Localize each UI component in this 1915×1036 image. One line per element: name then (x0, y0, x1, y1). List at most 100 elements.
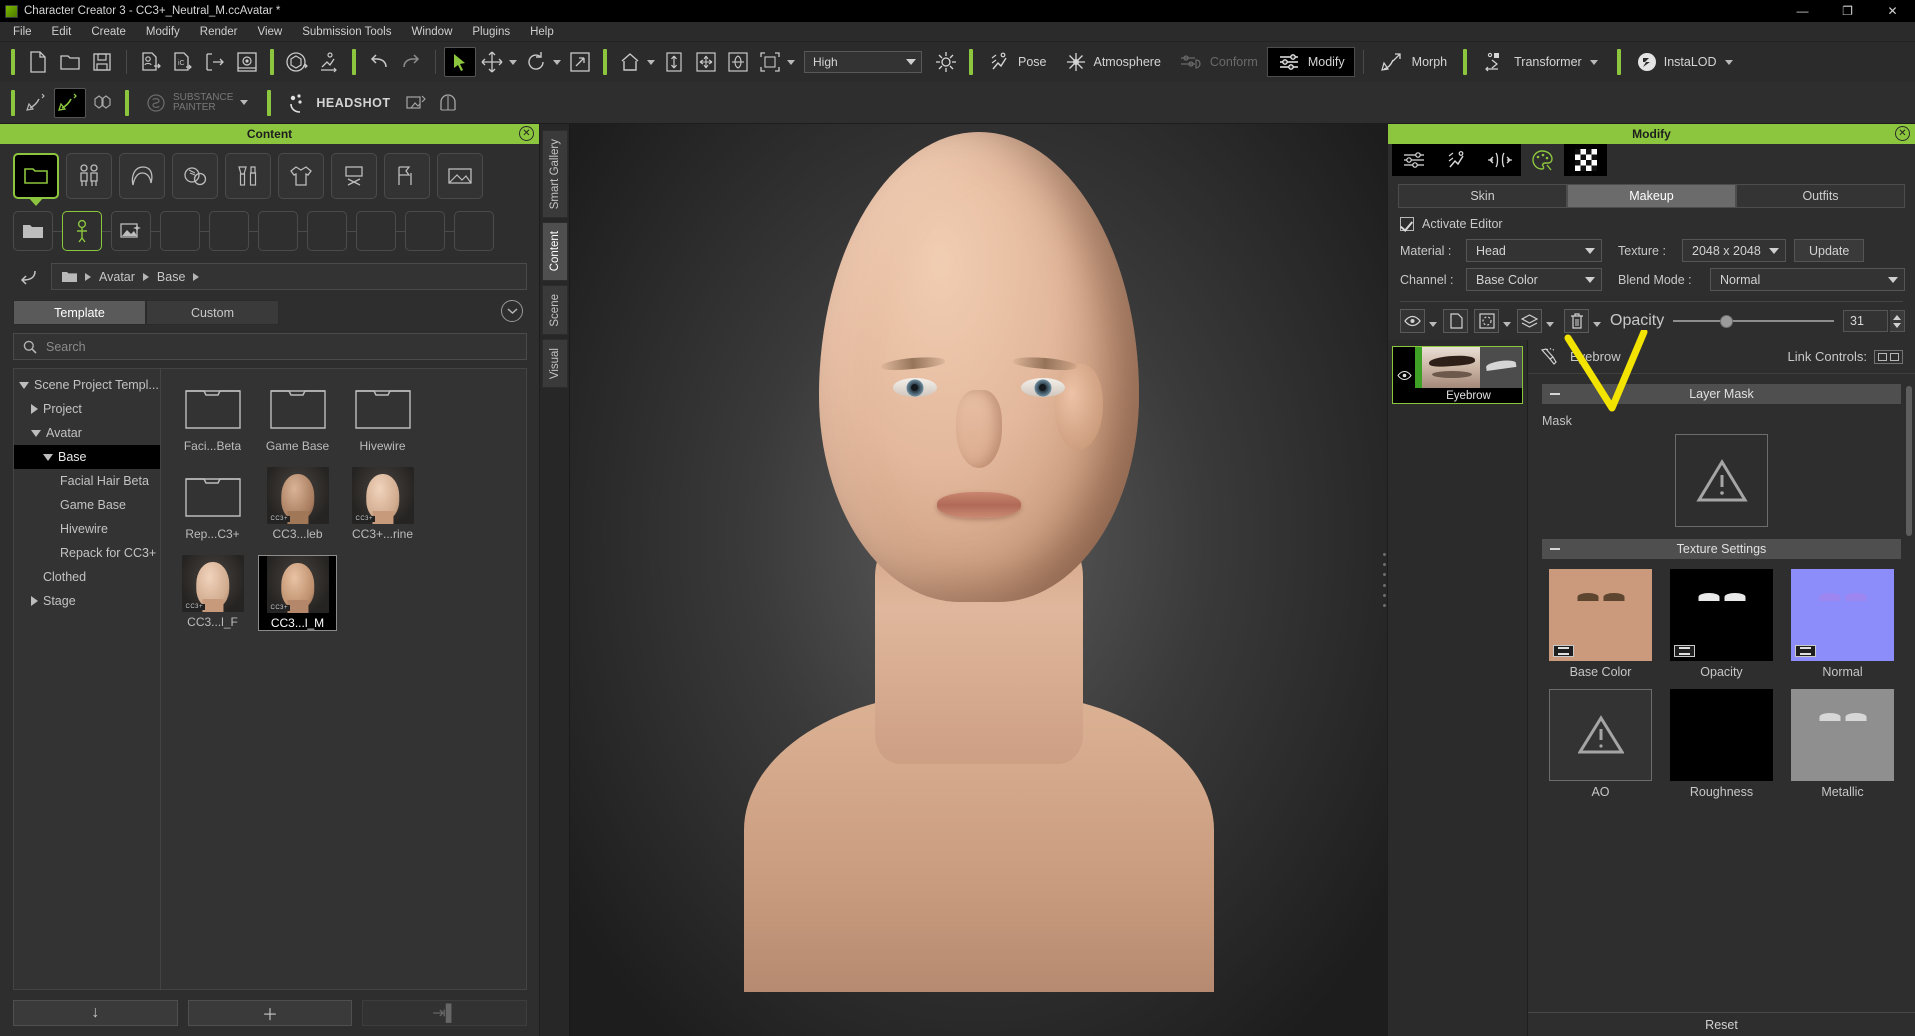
home-view-icon[interactable] (614, 47, 646, 77)
menu-window[interactable]: Window (401, 24, 462, 40)
properties-scrollbar[interactable] (1906, 386, 1912, 536)
opacity-slider[interactable] (1673, 312, 1834, 330)
sub-image[interactable] (111, 211, 151, 251)
viewport-3d[interactable] (570, 124, 1387, 1036)
visibility-chevron-down-icon[interactable] (1429, 321, 1437, 327)
delete-layer-tool-icon[interactable] (1564, 309, 1589, 333)
tree-node-avatar[interactable]: Avatar (14, 421, 160, 445)
twisty-open-icon[interactable] (31, 429, 41, 437)
collapse-icon[interactable] (1550, 548, 1560, 550)
sidetab-visual[interactable]: Visual (541, 339, 568, 389)
tree-node-stage[interactable]: Stage (14, 589, 160, 613)
mode-instalod[interactable]: InstaLOD (1628, 47, 1745, 77)
tab-mesh-icon[interactable] (1478, 144, 1521, 176)
tab-checker-icon[interactable] (1564, 144, 1607, 176)
mesh-tools-icon[interactable] (86, 88, 118, 118)
merge-layers-tool-icon[interactable] (1517, 309, 1542, 333)
texture-cell[interactable]: Roughness (1670, 689, 1773, 799)
photo-tool-icon[interactable] (400, 88, 432, 118)
modify-panel-close-icon[interactable]: ✕ (1895, 126, 1910, 141)
transfer-content-button[interactable]: ⇥▌ (362, 1000, 528, 1026)
breadcrumb-item-avatar[interactable]: Avatar (99, 270, 135, 284)
menu-submission-tools[interactable]: Submission Tools (292, 24, 401, 40)
sub-avatar[interactable] (62, 211, 102, 251)
viewport-splitter[interactable] (1381, 553, 1387, 607)
tab-material-icon[interactable] (1521, 144, 1564, 176)
grid-item[interactable]: Faci...Beta (173, 379, 252, 453)
texture-swatch-ao[interactable] (1549, 689, 1652, 781)
sub-empty-6[interactable] (405, 211, 445, 251)
rotate-tool-icon[interactable] (520, 47, 552, 77)
activate-editor-row[interactable]: Activate Editor (1388, 208, 1915, 236)
texture-swatch-roughness[interactable] (1670, 689, 1773, 781)
update-button[interactable]: Update (1794, 239, 1865, 262)
frame-selection-chevron-down-icon[interactable] (787, 59, 795, 65)
mode-atmosphere[interactable]: Atmosphere (1056, 47, 1170, 77)
sidetab-scene[interactable]: Scene (541, 284, 568, 336)
delete-layer-chevron-down-icon[interactable] (1593, 321, 1601, 327)
visibility-tool-icon[interactable] (1400, 309, 1425, 333)
new-project-icon[interactable] (22, 47, 54, 77)
skingen-active-icon[interactable] (54, 87, 86, 118)
tab-template[interactable]: Template (13, 300, 146, 325)
grid-item[interactable]: Hivewire (343, 379, 422, 453)
category-skin[interactable] (172, 153, 218, 199)
texture-swatch-base-color[interactable] (1549, 569, 1652, 661)
tree-node-scene-project-templates[interactable]: Scene Project Templ... (14, 373, 160, 397)
breadcrumb[interactable]: Avatar Base (51, 263, 527, 290)
minimize-button[interactable]: — (1780, 0, 1825, 22)
back-button[interactable] (13, 264, 41, 290)
scale-tool-icon[interactable] (564, 47, 596, 77)
transformer-chevron-down-icon[interactable] (1589, 59, 1598, 65)
sub-empty-3[interactable] (258, 211, 298, 251)
tree-node-project[interactable]: Project (14, 397, 160, 421)
menu-view[interactable]: View (247, 24, 292, 40)
quality-select[interactable]: High (804, 51, 922, 73)
sub-empty-2[interactable] (209, 211, 249, 251)
opacity-value-input[interactable]: 31 (1843, 310, 1888, 332)
opacity-stepper[interactable] (1890, 310, 1905, 332)
menu-file[interactable]: File (3, 24, 42, 40)
grid-item[interactable]: Game Base (258, 379, 337, 453)
texture-select[interactable]: 2048 x 2048 (1682, 239, 1786, 262)
category-characters[interactable] (66, 153, 112, 199)
sidetab-content[interactable]: Content (541, 222, 568, 281)
orbit-view-icon[interactable] (722, 47, 754, 77)
headshot-button[interactable]: HEADSHOT (278, 88, 399, 118)
fit-height-icon[interactable] (658, 47, 690, 77)
search-input[interactable] (46, 339, 517, 354)
mode-conform[interactable]: Conform (1170, 47, 1267, 77)
run-animation-icon[interactable] (313, 47, 345, 77)
texture-cell[interactable]: AO (1549, 689, 1652, 799)
category-scene[interactable] (437, 153, 483, 199)
menu-modify[interactable]: Modify (136, 24, 190, 40)
export-icon[interactable] (199, 47, 231, 77)
tree-node-clothed[interactable]: Clothed (14, 565, 160, 589)
category-pose[interactable] (384, 153, 430, 199)
close-button[interactable]: ✕ (1870, 0, 1915, 22)
grid-item[interactable]: CC3+ CC3...leb (258, 467, 337, 541)
category-hair[interactable] (119, 153, 165, 199)
layer-visibility-icon[interactable] (1393, 347, 1415, 403)
texture-swatch-normal[interactable] (1791, 569, 1894, 661)
section-texture-settings[interactable]: Texture Settings (1542, 539, 1901, 559)
category-makeup[interactable] (225, 153, 271, 199)
options-chevron-down-icon[interactable] (501, 300, 523, 322)
substance-chevron-down-icon[interactable] (240, 100, 249, 105)
channel-select[interactable]: Base Color (1466, 268, 1602, 291)
reset-pose-icon[interactable] (281, 47, 313, 77)
menu-edit[interactable]: Edit (42, 24, 82, 40)
select-region-chevron-down-icon[interactable] (1503, 321, 1511, 327)
redo-icon[interactable] (395, 47, 427, 77)
merge-layers-chevron-down-icon[interactable] (1546, 321, 1554, 327)
tree-node-facial-hair-beta[interactable]: Facial Hair Beta (14, 469, 160, 493)
content-panel-close-icon[interactable]: ✕ (519, 126, 534, 141)
texture-cell[interactable]: Metallic (1791, 689, 1894, 799)
mask-slot[interactable] (1675, 434, 1768, 527)
preview-icon[interactable] (231, 47, 263, 77)
properties-scroll-area[interactable]: Layer Mask Mask Texture Settings Base Co… (1528, 374, 1915, 1012)
opacity-knob[interactable] (1719, 314, 1733, 328)
mode-transformer[interactable]: Transformer (1474, 47, 1610, 77)
mode-morph[interactable]: Morph (1372, 47, 1456, 77)
mode-pose[interactable]: Pose (980, 47, 1056, 77)
